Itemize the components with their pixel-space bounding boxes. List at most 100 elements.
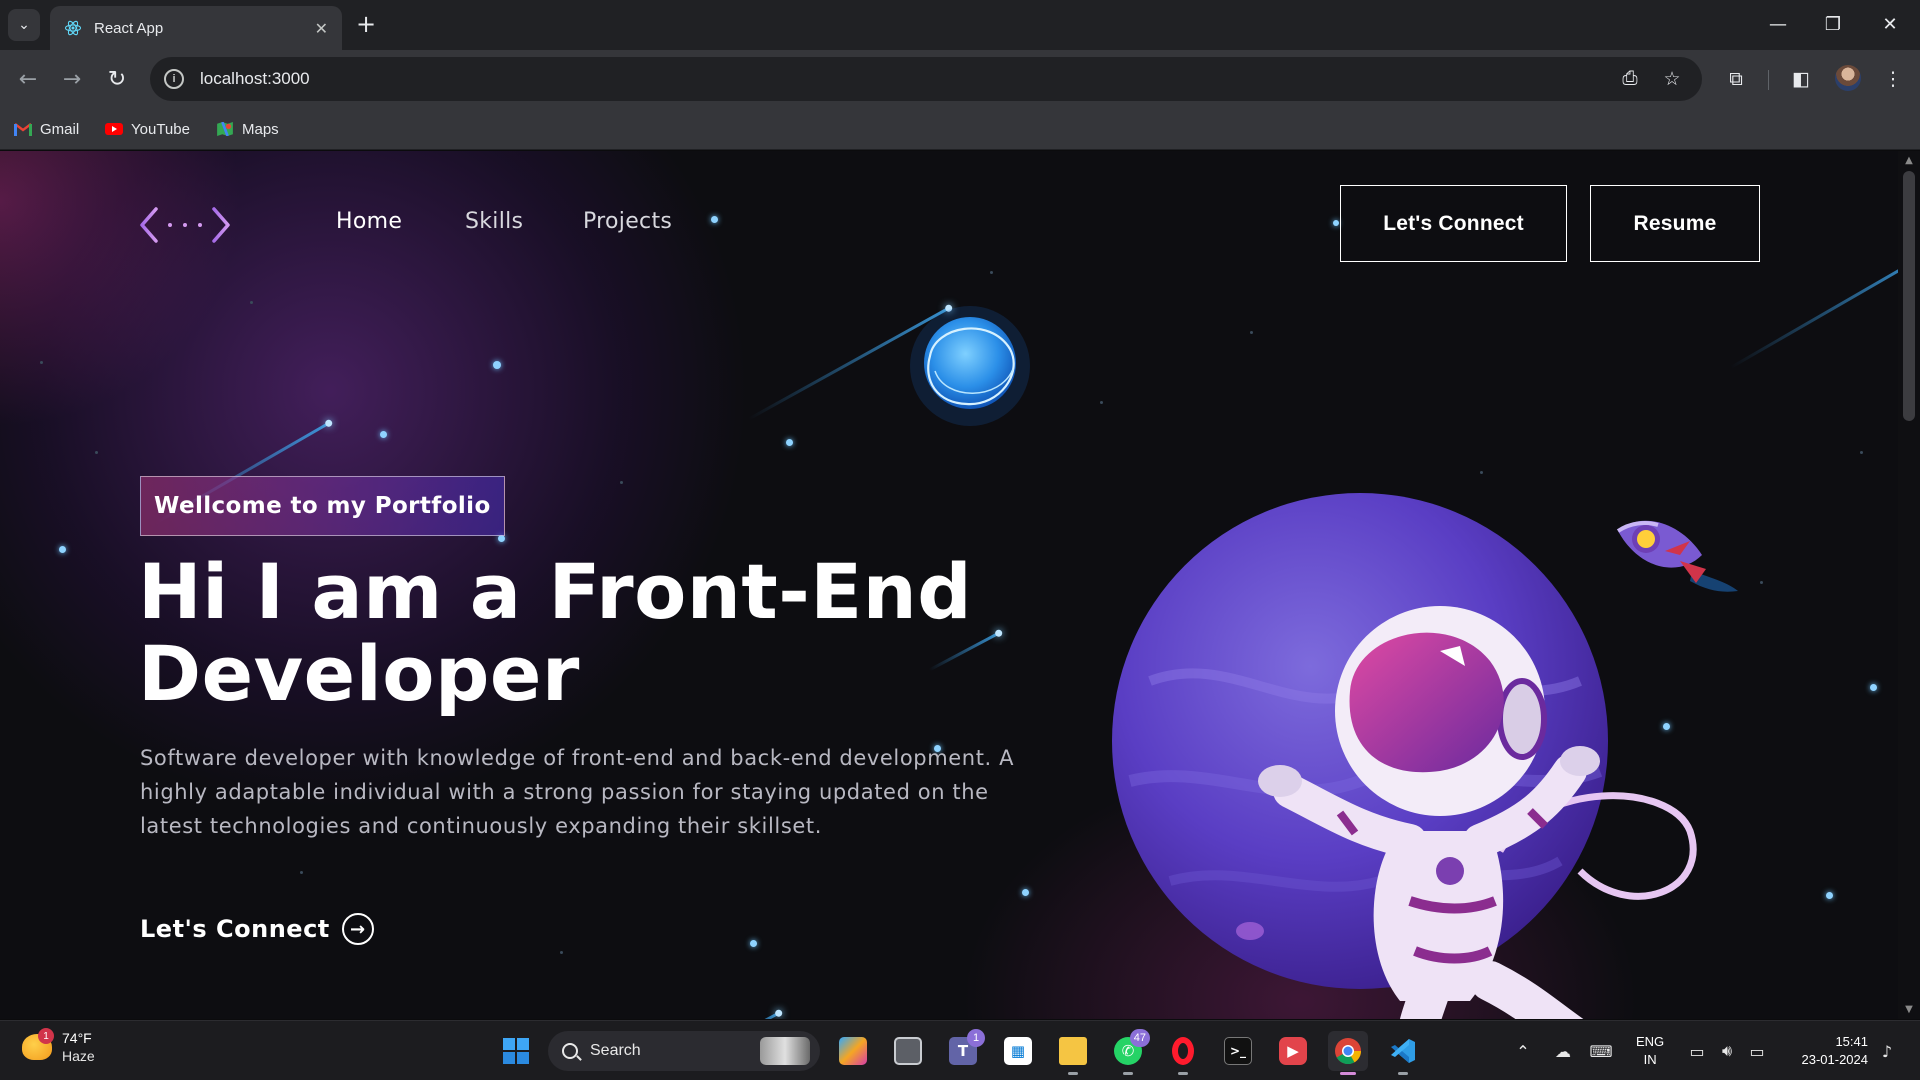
close-window-button[interactable]: ✕: [1872, 8, 1908, 40]
resume-button[interactable]: Resume: [1590, 185, 1760, 262]
faint-star: [250, 301, 253, 304]
language-indicator[interactable]: ENG IN: [1636, 1033, 1664, 1069]
taskbar-teams[interactable]: T 1: [943, 1029, 985, 1071]
minimize-button[interactable]: —: [1760, 8, 1796, 40]
folder-icon: [1059, 1037, 1087, 1065]
menu-kebab-icon[interactable]: ⋮: [1877, 63, 1909, 95]
hero-headline-line2: Developer: [138, 629, 580, 718]
hero-bio: Software developer with knowledge of fro…: [140, 746, 1015, 838]
scroll-down-icon[interactable]: ▼: [1903, 1004, 1915, 1015]
taskbar-explorer[interactable]: [1053, 1031, 1093, 1075]
install-app-icon[interactable]: ⎙: [1618, 67, 1642, 91]
bookmarks-bar: Gmail YouTube Maps: [0, 108, 1920, 150]
nav-home[interactable]: Home: [336, 209, 402, 234]
lets-connect-button[interactable]: Let's Connect: [1340, 185, 1567, 262]
show-hidden-icons-chevron-icon[interactable]: ⌃: [1510, 1039, 1536, 1063]
taskbar-whatsapp[interactable]: ✆ 47: [1108, 1029, 1150, 1075]
rocket-graphic: [1616, 520, 1738, 592]
bookmark-star-icon[interactable]: ☆: [1660, 67, 1684, 91]
address-bar[interactable]: i localhost:3000 ⎙ ☆: [150, 57, 1702, 101]
task-view-icon: [894, 1037, 922, 1065]
taskbar-opera[interactable]: [1163, 1031, 1203, 1075]
taskbar-terminal[interactable]: >_: [1218, 1031, 1258, 1071]
back-button[interactable]: ←: [12, 63, 44, 95]
arrow-right-circle-icon: →: [341, 913, 374, 945]
bookmark-youtube[interactable]: YouTube: [105, 116, 190, 142]
reload-button[interactable]: ↻: [101, 63, 133, 95]
restore-button[interactable]: ❐: [1815, 8, 1851, 40]
taskbar-search[interactable]: Search: [548, 1031, 820, 1071]
bookmark-youtube-label: YouTube: [131, 120, 190, 138]
faint-star: [1860, 451, 1863, 454]
taskbar-chrome[interactable]: [1328, 1031, 1368, 1075]
battery-icon[interactable]: ▭: [1744, 1039, 1770, 1063]
notification-bell-icon[interactable]: ♪: [1874, 1039, 1900, 1063]
running-indicator: [1068, 1072, 1078, 1075]
star: [750, 940, 757, 947]
browser-toolbar: ← → ↻ i localhost:3000 ⎙ ☆ ⧉ ◧ ⋮: [0, 50, 1920, 108]
url-text: localhost:3000: [200, 69, 310, 88]
tab-react-app[interactable]: React App ✕: [50, 6, 342, 50]
faint-star: [1480, 471, 1483, 474]
scroll-up-icon[interactable]: ▲: [1903, 155, 1915, 166]
bookmark-maps[interactable]: Maps: [216, 116, 279, 142]
running-indicator: [1123, 1072, 1133, 1075]
chrome-icon: [1335, 1038, 1362, 1065]
hero-connect-link[interactable]: Let's Connect →: [140, 913, 374, 945]
search-icon: [562, 1043, 578, 1059]
video-camera-icon: ▶: [1279, 1037, 1307, 1065]
nav-projects[interactable]: Projects: [583, 209, 672, 234]
tab-title: React App: [94, 19, 164, 37]
star: [59, 546, 66, 553]
bookmark-maps-label: Maps: [242, 120, 279, 138]
star: [711, 216, 718, 223]
forward-button[interactable]: →: [56, 63, 88, 95]
close-tab-icon[interactable]: ✕: [315, 19, 328, 38]
scrollbar-thumb[interactable]: [1903, 171, 1915, 421]
site-logo[interactable]: [140, 205, 230, 245]
keyboard-icon[interactable]: ⌨: [1588, 1039, 1614, 1063]
faint-star: [300, 871, 303, 874]
lang-line2: IN: [1643, 1052, 1657, 1067]
side-panel-icon[interactable]: ◧: [1785, 63, 1817, 95]
taskbar-vscode[interactable]: [1383, 1031, 1423, 1075]
faint-star: [560, 951, 563, 954]
faint-star: [40, 361, 43, 364]
new-tab-button[interactable]: +: [352, 10, 380, 38]
lang-line1: ENG: [1636, 1034, 1665, 1049]
gmail-icon: [14, 123, 32, 136]
site-info-icon[interactable]: i: [164, 69, 184, 89]
network-icon[interactable]: ▭: [1684, 1039, 1710, 1063]
start-button[interactable]: [496, 1031, 536, 1071]
faint-star: [620, 481, 623, 484]
tab-search-button[interactable]: ⌄: [8, 9, 40, 41]
blue-planet-graphic: [910, 306, 1030, 426]
teams-badge: 1: [967, 1029, 985, 1047]
star: [1022, 889, 1029, 896]
star: [493, 361, 501, 369]
volume-icon[interactable]: 🔊︎: [1714, 1039, 1740, 1063]
star: [498, 535, 505, 542]
onedrive-cloud-icon[interactable]: ☁: [1550, 1039, 1576, 1063]
react-icon: [64, 20, 82, 36]
running-indicator-active: [1340, 1072, 1356, 1075]
bookmark-gmail[interactable]: Gmail: [14, 116, 79, 142]
profile-avatar[interactable]: [1835, 65, 1861, 91]
terminal-icon: >_: [1224, 1037, 1252, 1065]
taskbar-store[interactable]: ▦: [998, 1031, 1038, 1071]
taskbar-task-view[interactable]: [888, 1031, 928, 1071]
toolbar-divider: [1768, 70, 1769, 90]
weather-widget[interactable]: 1 74°F Haze: [22, 1028, 95, 1065]
weather-desc: Haze: [62, 1048, 95, 1064]
taskbar-copilot[interactable]: [833, 1031, 873, 1071]
star: [786, 439, 793, 446]
taskbar-recorder[interactable]: ▶: [1273, 1031, 1313, 1071]
extensions-icon[interactable]: ⧉: [1720, 63, 1752, 95]
page-scrollbar[interactable]: ▲ ▼: [1898, 151, 1920, 1019]
bookmark-gmail-label: Gmail: [40, 120, 80, 138]
faint-star: [990, 271, 993, 274]
running-indicator: [1398, 1072, 1408, 1075]
nav-skills[interactable]: Skills: [465, 209, 523, 234]
store-icon: ▦: [1004, 1037, 1032, 1065]
system-clock[interactable]: 15:41 23-01-2024: [1780, 1033, 1869, 1069]
